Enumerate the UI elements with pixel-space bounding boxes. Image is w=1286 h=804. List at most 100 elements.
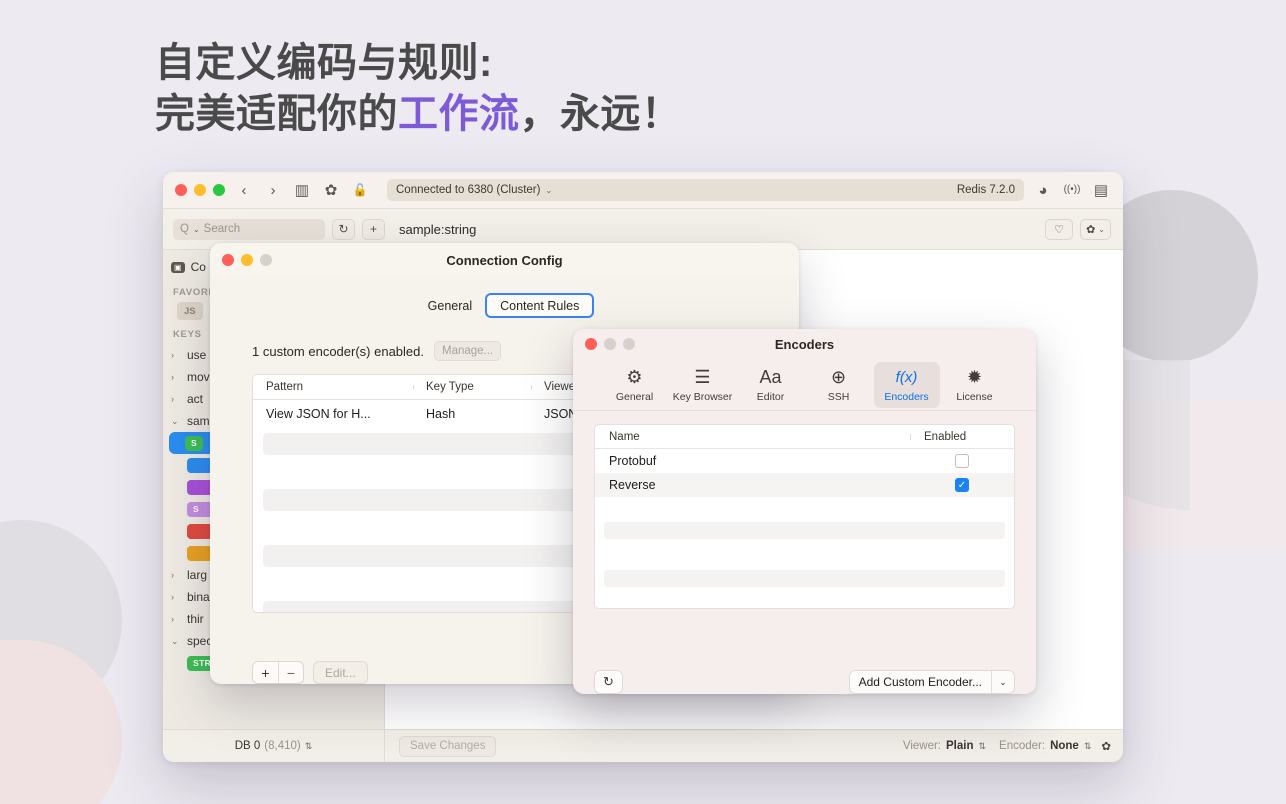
toggle-sidebar-icon[interactable]: ▥	[292, 180, 312, 200]
cell-pattern: View JSON for H...	[253, 407, 413, 421]
remove-rule-button[interactable]: −	[278, 662, 303, 683]
db-label: DB 0	[235, 740, 261, 752]
toolbar-item-general[interactable]: ⚙ General	[602, 362, 668, 408]
toolbar-label: Key Browser	[673, 391, 733, 403]
placeholder-gap	[595, 548, 1014, 561]
refresh-encoders-button[interactable]: ↻	[594, 670, 623, 694]
manage-button[interactable]: Manage...	[434, 341, 501, 361]
table-row[interactable]: Reverse ✓	[595, 473, 1014, 497]
status-gear-icon[interactable]: ✿	[1101, 739, 1111, 753]
chevron-right-icon: ›	[171, 372, 181, 382]
tree-item-label: sam	[187, 414, 210, 428]
edit-rule-button[interactable]: Edit...	[313, 661, 368, 684]
refresh-keys-button[interactable]: ↻	[332, 219, 355, 240]
encoders-table-header: Name Enabled	[595, 425, 1014, 449]
chevron-right-icon: ›	[171, 592, 181, 602]
viewer-stepper-icon[interactable]: ⇅	[978, 741, 986, 752]
clock-icon[interactable]: ◕	[1033, 180, 1053, 200]
toolbar-item-license[interactable]: ✹ License	[942, 362, 1008, 408]
chevron-right-icon: ›	[171, 394, 181, 404]
encoders-titlebar: Encoders	[573, 329, 1036, 359]
function-icon: f(x)	[896, 367, 918, 389]
save-changes-button[interactable]: Save Changes	[399, 736, 496, 757]
add-rule-button[interactable]: +	[253, 662, 278, 683]
broadcast-icon[interactable]: ((•))	[1062, 180, 1082, 200]
add-remove-segment: + −	[252, 661, 304, 684]
column-header-key-type[interactable]: Key Type	[413, 381, 531, 393]
connection-config-titlebar: Connection Config	[210, 243, 799, 277]
add-custom-encoder-label: Add Custom Encoder...	[850, 675, 991, 689]
list-icon: ☰	[694, 367, 710, 389]
gear-icon[interactable]: ✿	[321, 180, 341, 200]
favorite-heart-icon[interactable]: ♡	[1045, 219, 1073, 240]
back-icon[interactable]: ‹	[234, 180, 254, 200]
chevron-down-icon: ⌄	[545, 186, 552, 195]
current-key-title: sample:string	[385, 222, 1045, 237]
tree-item-label: act	[187, 392, 203, 406]
marketing-headline: 自定义编码与规则: 完美适配你的工作流，永远！	[155, 38, 682, 140]
db-stepper-icon: ⇅	[305, 741, 313, 752]
table-row[interactable]: Protobuf	[595, 449, 1014, 473]
encoders-toolbar: ⚙ General ☰ Key Browser Aa Editor ⊕ SSH …	[573, 359, 1036, 411]
minimize-button[interactable]	[194, 184, 206, 196]
connection-config-tabs: General Content Rules	[252, 293, 757, 318]
headline-line-2-part-a: 完美适配你的	[155, 92, 398, 136]
tree-item-label: larg	[187, 568, 207, 582]
placeholder-row	[604, 522, 1005, 539]
encoders-body: Name Enabled Protobuf Reverse ✓	[573, 411, 1036, 660]
key-settings-button[interactable]: ✿ ⌄	[1080, 219, 1111, 240]
redis-version-label: Redis 7.2.0	[957, 184, 1015, 196]
tree-item-label: use	[187, 348, 206, 362]
settings-chevron-down-icon: ⌄	[1098, 225, 1105, 234]
viewer-value[interactable]: Plain	[946, 740, 973, 752]
search-input[interactable]: Q ⌄ Search	[173, 219, 325, 240]
search-icon: Q	[180, 223, 189, 235]
column-header-pattern[interactable]: Pattern	[253, 381, 413, 393]
db-selector[interactable]: DB 0 (8,410) ⇅	[163, 730, 385, 762]
toolbar-label: Encoders	[884, 391, 928, 403]
tree-item-label: thir	[187, 612, 204, 626]
toolbar-right-actions: ♡ ✿ ⌄	[1045, 219, 1123, 240]
encoders-footer: ↻ Add Custom Encoder... ⌄	[573, 660, 1036, 694]
enabled-checkbox[interactable]: ✓	[955, 478, 969, 492]
chevron-right-icon: ›	[171, 570, 181, 580]
cell-enabled	[910, 454, 1014, 468]
viewer-encoder-controls: Viewer: Plain ⇅ Encoder: None ⇅ ✿	[903, 739, 1123, 753]
encoder-stepper-icon[interactable]: ⇅	[1084, 741, 1092, 752]
favorite-chip-json[interactable]: JS	[177, 302, 203, 320]
enabled-checkbox[interactable]	[955, 454, 969, 468]
column-header-enabled[interactable]: Enabled	[910, 431, 1014, 443]
tab-general[interactable]: General	[415, 293, 485, 318]
search-placeholder: Search	[204, 223, 240, 235]
cell-key-type: Hash	[413, 407, 531, 421]
toolbar-item-editor[interactable]: Aa Editor	[738, 362, 804, 408]
add-key-button[interactable]: +	[362, 219, 385, 240]
placeholder-gap	[595, 497, 1014, 513]
toolbar-label: SSH	[828, 391, 850, 403]
toolbar-label: License	[956, 391, 992, 403]
connection-status-pill[interactable]: Connected to 6380 (Cluster) ⌄ Redis 7.2.…	[387, 179, 1024, 201]
panel-toggle-icon[interactable]: ▤	[1091, 180, 1111, 200]
tree-item-label: bina	[187, 590, 210, 604]
badge-seal-icon: ✹	[967, 367, 982, 389]
toolbar-item-encoders[interactable]: f(x) Encoders	[874, 362, 940, 408]
toolbar-item-ssh[interactable]: ⊕ SSH	[806, 362, 872, 408]
cell-encoder-name: Reverse	[595, 478, 910, 492]
placeholder-row	[604, 570, 1005, 587]
maximize-button[interactable]	[213, 184, 225, 196]
unlock-icon[interactable]: 🔓	[350, 180, 370, 200]
forward-icon[interactable]: ›	[263, 180, 283, 200]
chevron-down-icon: ⌄	[992, 677, 1014, 688]
toolbar-item-key-browser[interactable]: ☰ Key Browser	[670, 362, 736, 408]
close-button[interactable]	[175, 184, 187, 196]
column-header-name[interactable]: Name	[595, 431, 910, 443]
db-count: (8,410)	[264, 740, 300, 752]
headline-line-1: 自定义编码与规则:	[155, 38, 682, 89]
encoder-value[interactable]: None	[1050, 740, 1079, 752]
add-custom-encoder-button[interactable]: Add Custom Encoder... ⌄	[849, 670, 1015, 694]
search-chevron-down-icon: ⌄	[193, 225, 200, 234]
tab-content-rules[interactable]: Content Rules	[485, 293, 594, 318]
settings-gear-icon: ✿	[1086, 223, 1095, 236]
encoders-dialog: Encoders ⚙ General ☰ Key Browser Aa Edit…	[573, 329, 1036, 694]
cell-encoder-name: Protobuf	[595, 454, 910, 468]
